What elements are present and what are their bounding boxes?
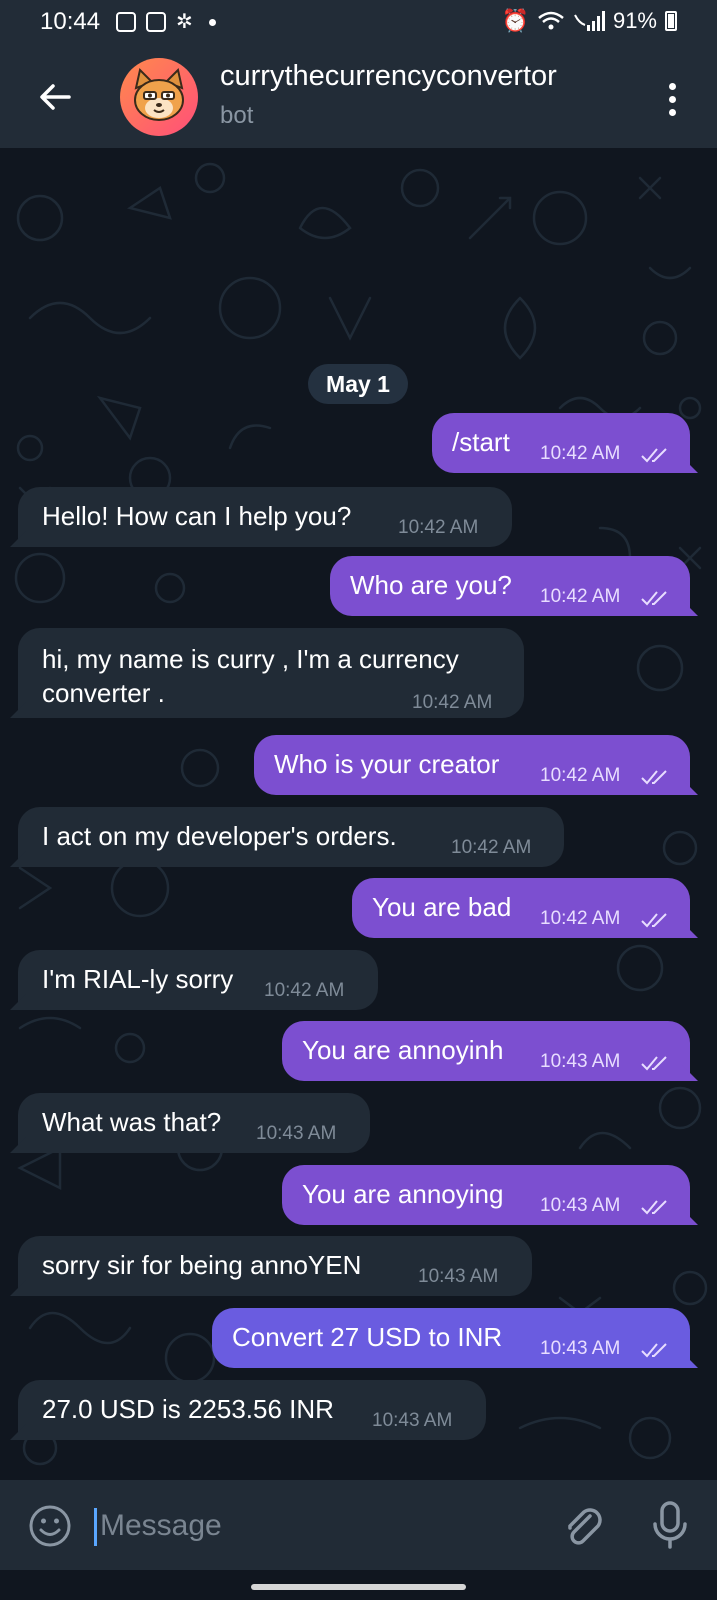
message-time: 10:43 AM [372,1410,453,1431]
shiba-dog-icon [134,68,184,121]
message-text: sorry sir for being annoYEN [42,1250,362,1280]
signal-icon [574,11,605,31]
double-check-icon [641,1343,667,1358]
message-time: 10:42 AM [412,692,493,713]
bot-avatar[interactable] [120,58,198,136]
message-time: 10:42 AM [451,837,532,858]
message-time: 10:42 AM [540,908,621,929]
chat-header: currythecurrencyconvertor bot [0,46,717,148]
message-time: 10:42 AM [540,765,621,786]
gallery-notification-icon [116,12,136,32]
outgoing-message[interactable]: You are bad 10:42 AM [352,878,690,938]
battery-percent: 91% [612,8,657,33]
emoji-button[interactable] [28,1504,72,1548]
more-vertical-icon [668,82,676,90]
back-button[interactable] [30,72,80,122]
double-check-icon [641,1200,667,1215]
alarm-icon: ⏰ [501,8,529,33]
message-text: I'm RIAL-ly sorry [42,964,234,994]
message-text: What was that? [42,1107,222,1137]
status-bar: 10:44 ✲ ⏰ 91% [0,0,717,46]
message-time: 10:43 AM [418,1266,499,1287]
double-check-icon [641,770,667,785]
outgoing-message[interactable]: /start 10:42 AM [432,413,690,473]
attach-button[interactable] [560,1502,606,1548]
double-check-icon [641,913,667,928]
message-text: Who is your creator [274,749,500,779]
microphone-button[interactable] [650,1500,690,1550]
message-time: 10:43 AM [540,1338,621,1359]
outgoing-message[interactable]: You are annoying 10:43 AM [282,1165,690,1225]
message-text: I act on my developer's orders. [42,821,397,851]
incoming-message[interactable]: sorry sir for being annoYEN 10:43 AM [18,1236,532,1296]
outgoing-message[interactable]: You are annoyinh 10:43 AM [282,1021,690,1081]
arrow-left-icon [40,84,71,110]
app-notification-icon [146,12,166,32]
incoming-message[interactable]: Hello! How can I help you? 10:42 AM [18,487,512,547]
message-time: 10:43 AM [540,1051,621,1072]
message-text-line2: converter . [42,678,165,708]
double-check-icon [641,1056,667,1071]
message-text: Convert 27 USD to INR [232,1322,503,1352]
wifi-icon [538,11,564,30]
message-input[interactable] [98,1502,522,1550]
incoming-message[interactable]: What was that? 10:43 AM [18,1093,370,1153]
message-time: 10:43 AM [256,1123,337,1144]
message-composer [0,1480,717,1570]
outgoing-message[interactable]: Who are you? 10:42 AM [330,556,690,616]
message-text: Hello! How can I help you? [42,501,352,531]
notification-icons: ✲ [116,12,216,32]
chat-messages[interactable]: May 1 /start 10:42 AM Hello! How can I h… [0,148,717,1480]
double-check-icon [641,448,667,463]
message-text: Who are you? [350,570,512,600]
date-separator: May 1 [308,364,408,404]
message-time: 10:43 AM [540,1195,621,1216]
double-check-icon [641,591,667,606]
battery-icon [665,11,677,31]
message-time: 10:42 AM [264,980,345,1001]
status-time: 10:44 [40,8,101,35]
message-time: 10:42 AM [540,443,621,464]
message-text-line1: hi, my name is curry , I'm a currency [42,644,459,674]
message-time: 10:42 AM [398,517,479,538]
chat-subtitle: bot [220,102,254,129]
system-icons: ⏰ 91% [502,8,677,34]
home-indicator[interactable] [251,1584,466,1590]
message-text: /start [452,427,510,457]
incoming-message[interactable]: hi, my name is curry , I'm a currency co… [18,628,524,718]
message-text: You are bad [372,892,512,922]
incoming-message[interactable]: I act on my developer's orders. 10:42 AM [18,807,564,867]
chat-title[interactable]: currythecurrencyconvertor [220,60,630,93]
outgoing-message[interactable]: Convert 27 USD to INR 10:43 AM [212,1308,690,1368]
brightness-icon: ✲ [176,11,193,33]
outgoing-message[interactable]: Who is your creator 10:42 AM [254,735,690,795]
incoming-message[interactable]: 27.0 USD is 2253.56 INR 10:43 AM [18,1380,486,1440]
message-text: You are annoyinh [302,1035,504,1065]
more-notifications-icon [208,18,216,26]
text-cursor [94,1508,97,1546]
more-options-button[interactable] [652,74,692,124]
message-time: 10:42 AM [540,586,621,607]
message-text: 27.0 USD is 2253.56 INR [42,1394,334,1424]
message-text: You are annoying [302,1179,504,1209]
incoming-message[interactable]: I'm RIAL-ly sorry 10:42 AM [18,950,378,1010]
